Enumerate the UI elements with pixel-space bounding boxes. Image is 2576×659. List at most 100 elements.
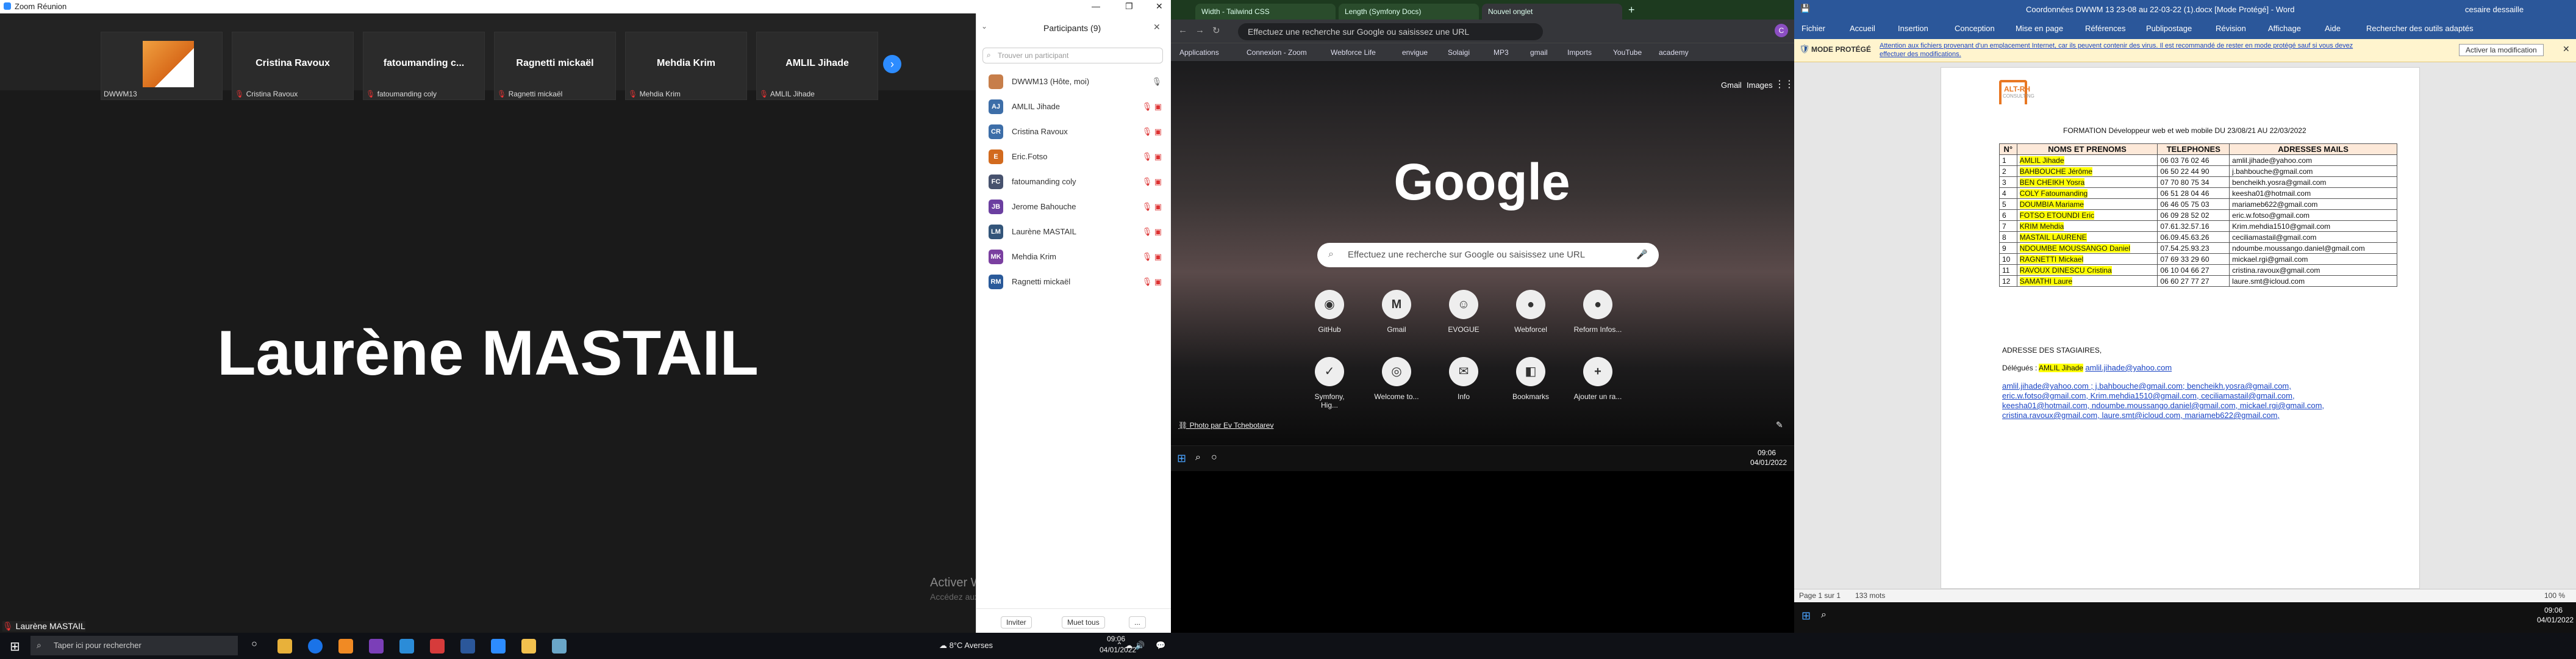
customize-pencil-icon[interactable]: ✎ (1776, 420, 1783, 430)
shortcut-tile[interactable]: ◧ Bookmarks (1506, 357, 1555, 401)
browser-tab[interactable]: Width - Tailwind CSS (1195, 4, 1336, 20)
video-tile[interactable]: fatoumanding c... 🎙 fatoumanding coly (363, 32, 485, 100)
search-icon[interactable]: ⌕ (1195, 452, 1201, 463)
minimize-button[interactable]: — (1092, 1, 1100, 11)
mute-all-button[interactable]: Muet tous (1062, 616, 1105, 628)
cortana-icon[interactable]: ○ (247, 639, 262, 654)
maximize-button[interactable]: ❐ (1125, 1, 1133, 12)
video-tile[interactable]: Ragnetti mickaël 🎙 Ragnetti mickaël (494, 32, 616, 100)
zoom-level[interactable]: 100 % (2544, 591, 2565, 600)
windows-start-icon[interactable]: ⊞ (1177, 452, 1186, 465)
mail-line[interactable]: amlil.jihade@yahoo.com ; j.bahbouche@gma… (2002, 381, 2291, 391)
windows-start-icon[interactable]: ⊞ (10, 639, 20, 654)
invite-button[interactable]: Inviter (1001, 616, 1032, 628)
omnibox[interactable]: Effectuez une recherche sur Google ou sa… (1238, 23, 1543, 40)
ribbon-tab[interactable]: Affichage (2268, 24, 2301, 33)
ribbon-tab[interactable]: Conception (1955, 24, 1995, 33)
next-page-arrow-icon[interactable]: › (883, 55, 901, 73)
weather-widget[interactable]: ☁ 8°C Averses (939, 641, 993, 650)
google-search-box[interactable]: ⌕ Effectuez une recherche sur Google ou … (1317, 243, 1659, 267)
close-button[interactable]: ✕ (1156, 1, 1163, 12)
ribbon-tab[interactable]: Aide (2325, 24, 2341, 33)
collapse-chevron-icon[interactable]: ⌄ (981, 22, 987, 31)
forward-arrow-icon[interactable]: → (1195, 25, 1204, 35)
bookmark-item[interactable]: Solaigi (1448, 48, 1470, 57)
cortana-icon[interactable]: ○ (1211, 452, 1217, 463)
enable-editing-button[interactable]: Activer la modification (2459, 44, 2544, 56)
chrome-icon[interactable] (308, 639, 323, 654)
bookmark-item[interactable]: gmail (1530, 48, 1548, 57)
video-tile[interactable]: DWWM13 (101, 32, 223, 100)
save-icon[interactable]: 💾 (1800, 4, 1810, 13)
vscode-icon[interactable] (399, 639, 414, 654)
participant-row[interactable]: CR Cristina Ravoux 🎙 ▣ (985, 122, 1168, 142)
video-tile[interactable]: Cristina Ravoux 🎙 Cristina Ravoux (232, 32, 354, 100)
word-icon[interactable] (460, 639, 475, 654)
images-link[interactable]: Images (1747, 81, 1773, 90)
ribbon-tab[interactable]: Accueil (1850, 24, 1875, 33)
ribbon-tab[interactable]: Mise en page (2016, 24, 2063, 33)
participant-row[interactable]: MK Mehdia Krim 🎙 ▣ (985, 247, 1168, 267)
participant-row[interactable]: E Eric.Fotso 🎙 ▣ (985, 147, 1168, 167)
mail-line[interactable]: eric.w.fotso@gmail.com, Krim.mehdia1510@… (2002, 391, 2295, 400)
bookmark-item[interactable]: academy (1659, 48, 1689, 57)
mail-line[interactable]: cristina.ravoux@gmail.com, laure.smt@icl… (2002, 411, 2280, 420)
app-icon[interactable] (521, 639, 536, 654)
bookmark-item[interactable]: envigue (1402, 48, 1428, 57)
app-icon[interactable] (338, 639, 353, 654)
profile-avatar[interactable]: C (1775, 24, 1788, 37)
video-tile[interactable]: AMLIL Jihade 🎙 AMLIL Jihade (756, 32, 878, 100)
app-icon[interactable] (430, 639, 445, 654)
file-explorer-icon[interactable] (277, 639, 292, 654)
bookmark-item[interactable]: Imports (1567, 48, 1592, 57)
bookmark-item[interactable]: MP3 (1494, 48, 1509, 57)
participant-row[interactable]: LM Laurène MASTAIL 🎙 ▣ (985, 222, 1168, 242)
shortcut-tile[interactable]: + Ajouter un ra... (1573, 357, 1622, 401)
bookmark-item[interactable]: Applications (1179, 48, 1219, 57)
shortcut-tile[interactable]: ● Webforcel (1506, 290, 1555, 334)
participant-row[interactable]: RM Ragnetti mickaël 🎙 ▣ (985, 272, 1168, 292)
apps-grid-icon[interactable]: ⋮⋮ (1775, 78, 1794, 90)
gmail-link[interactable]: Gmail (1721, 81, 1742, 90)
delegate-mail[interactable]: amlil.jihade@yahoo.com (2085, 363, 2172, 372)
taskbar-search-input[interactable]: ⌕ Taper ici pour rechercher (30, 636, 238, 655)
bookmark-item[interactable]: Connexion - Zoom (1247, 48, 1307, 57)
ribbon-search[interactable]: Rechercher des outils adaptés (2366, 24, 2474, 33)
search-icon[interactable]: ⌕ (1821, 610, 1826, 621)
shortcut-tile[interactable]: M Gmail (1372, 290, 1421, 334)
ribbon-tab[interactable]: Révision (2216, 24, 2246, 33)
photo-credit[interactable]: ⛓ Photo par Ev Tchebotarev (1178, 421, 1273, 430)
participant-row[interactable]: JB Jerome Bahouche 🎙 ▣ (985, 197, 1168, 217)
notification-icon[interactable]: 💬 (1156, 641, 1165, 650)
microphone-icon[interactable]: 🎤 (1636, 249, 1648, 260)
close-bar-icon[interactable]: ✕ (2563, 44, 2570, 54)
bookmark-item[interactable]: Webforce Life (1331, 48, 1376, 57)
ribbon-tab[interactable]: Publipostage (2146, 24, 2192, 33)
ribbon-tab[interactable]: Références (2085, 24, 2125, 33)
ribbon-tab[interactable]: Fichier (1801, 24, 1825, 33)
shortcut-tile[interactable]: ◎ Welcome to... (1372, 357, 1421, 401)
participant-search-input[interactable]: ⌕ Trouver un participant (982, 48, 1163, 63)
bookmark-item[interactable]: YouTube (1613, 48, 1642, 57)
shortcut-tile[interactable]: ☺ EVOGUE (1439, 290, 1488, 334)
browser-tab[interactable]: Length (Symfony Docs) (1339, 4, 1479, 20)
shortcut-tile[interactable]: ✓ Symfony, Hig... (1305, 357, 1354, 409)
app-icon[interactable] (552, 639, 567, 654)
zoom-icon[interactable] (491, 639, 506, 654)
app-icon[interactable] (369, 639, 384, 654)
participant-row[interactable]: AJ AMLIL Jihade 🎙 ▣ (985, 97, 1168, 117)
participant-row[interactable]: FC fatoumanding coly 🎙 ▣ (985, 172, 1168, 192)
browser-tab-active[interactable]: Nouvel onglet (1482, 4, 1622, 20)
more-button[interactable]: ... (1129, 616, 1147, 628)
reload-icon[interactable]: ↻ (1212, 25, 1220, 36)
participant-row[interactable]: DWWM13 (Hôte, moi) 🎙 (985, 72, 1168, 92)
mail-line[interactable]: keesha01@hotmail.com, ndoumbe.moussango.… (2002, 401, 2324, 410)
windows-start-icon[interactable]: ⊞ (1801, 610, 1811, 622)
protected-message[interactable]: Attention aux fichiers provenant d'un em… (1880, 41, 2355, 59)
video-tile[interactable]: Mehdia Krim 🎙 Mehdia Krim (625, 32, 747, 100)
shortcut-tile[interactable]: ◉ GitHub (1305, 290, 1354, 334)
back-arrow-icon[interactable]: ← (1178, 25, 1187, 35)
shortcut-tile[interactable]: ✉ Info (1439, 357, 1488, 401)
ribbon-tab[interactable]: Insertion (1898, 24, 1928, 33)
new-tab-button[interactable]: + (1628, 4, 1635, 16)
